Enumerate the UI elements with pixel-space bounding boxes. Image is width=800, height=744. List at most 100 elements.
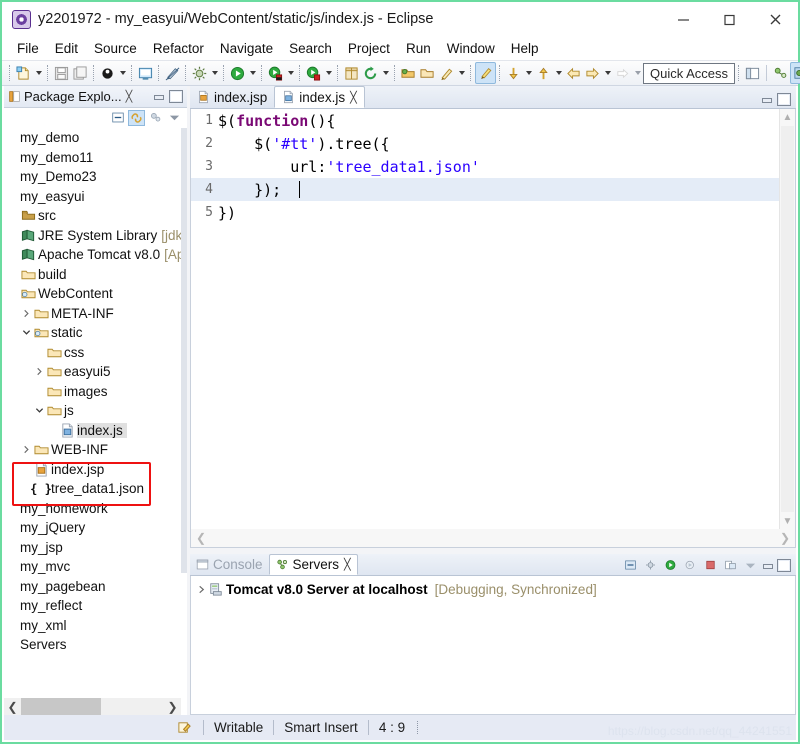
save-all-icon[interactable] (71, 63, 90, 83)
code-line[interactable]: $(function(){ (218, 109, 780, 132)
next-annotation-icon[interactable] (504, 63, 523, 83)
scroll-right-icon[interactable]: ❯ (164, 698, 181, 715)
start-server-icon[interactable] (662, 557, 679, 573)
tab-index-jsp[interactable]: index.jsp (190, 86, 274, 108)
collapse-all-icon[interactable] (109, 110, 126, 126)
toggle-mark-occurrences-icon[interactable] (163, 63, 182, 83)
scroll-left-icon[interactable]: ❮ (4, 698, 21, 715)
view-menu-icon[interactable] (166, 110, 183, 126)
tree-item[interactable]: my_reflect (4, 596, 181, 616)
quick-access-input[interactable]: Quick Access (643, 62, 736, 84)
run-icon[interactable] (228, 63, 247, 83)
menu-project[interactable]: Project (340, 39, 398, 58)
tab-index-js[interactable]: index.js ╳ (274, 86, 365, 108)
tree-item[interactable]: Servers (4, 635, 181, 655)
tree-item[interactable]: index.jsp (4, 460, 181, 480)
run-configurations-dropdown-icon[interactable] (323, 63, 334, 83)
server-row[interactable]: Tomcat v8.0 Server at localhost [Debuggi… (191, 579, 795, 599)
minimize-view-icon[interactable] (153, 91, 165, 102)
chevron-right-icon[interactable] (20, 304, 33, 323)
menu-file[interactable]: File (9, 39, 47, 58)
scroll-thumb[interactable] (781, 126, 794, 512)
chevron-down-icon[interactable] (33, 401, 46, 420)
tree-item[interactable]: my_mvc (4, 557, 181, 577)
run-as-icon[interactable] (266, 63, 285, 83)
view-menu-icon[interactable] (742, 557, 759, 573)
tree-item[interactable]: css (4, 343, 181, 363)
tree-item[interactable]: WebContent (4, 284, 181, 304)
pencil-icon[interactable] (437, 63, 456, 83)
minimize-view-icon[interactable] (762, 560, 774, 571)
chevron-right-icon[interactable] (20, 440, 33, 459)
run-as-dropdown-icon[interactable] (285, 63, 296, 83)
forward-icon[interactable] (583, 63, 602, 83)
tree-item[interactable]: images (4, 382, 181, 402)
maximize-editor-icon[interactable] (777, 93, 791, 106)
explorer-horizontal-scrollbar[interactable]: ❮ ❯ (4, 698, 181, 715)
servers-list[interactable]: Tomcat v8.0 Server at localhost [Debuggi… (190, 576, 796, 715)
edit-highlight-icon[interactable] (475, 62, 496, 84)
scroll-up-icon[interactable]: ▲ (780, 109, 795, 125)
maximize-button[interactable] (706, 2, 752, 36)
next-annotation-dropdown-icon[interactable] (523, 63, 534, 83)
code-line[interactable]: $('#tt').tree({ (218, 132, 780, 155)
open-folder-icon[interactable] (418, 63, 437, 83)
new-perspective-icon[interactable] (743, 63, 762, 83)
profile-server-icon[interactable] (682, 557, 699, 573)
open-perspective-icon[interactable] (399, 63, 418, 83)
link-with-editor-icon[interactable] (128, 109, 145, 126)
scroll-thumb[interactable] (21, 698, 101, 715)
tab-servers[interactable]: Servers ╳ (268, 554, 358, 575)
pencil-dropdown-icon[interactable] (456, 63, 467, 83)
chevron-right-icon[interactable] (33, 362, 46, 381)
maximize-view-icon[interactable] (777, 558, 791, 572)
refresh-dropdown-icon[interactable] (380, 63, 391, 83)
menu-source[interactable]: Source (86, 39, 145, 58)
chevron-down-icon[interactable] (20, 323, 33, 342)
run-dropdown-icon[interactable] (247, 63, 258, 83)
package-explorer-tab[interactable]: Package Explo... ╳ (4, 86, 187, 108)
stop-server-icon[interactable] (702, 557, 719, 573)
tree-item[interactable]: JRE System Library[jdk1.8 (4, 226, 181, 246)
tree-item[interactable]: my_easyui (4, 187, 181, 207)
debug-dropdown-icon[interactable] (209, 63, 220, 83)
tree-item[interactable]: build (4, 265, 181, 285)
menu-navigate[interactable]: Navigate (212, 39, 281, 58)
publish-server-icon[interactable] (722, 557, 739, 573)
run-configurations-icon[interactable] (304, 63, 323, 83)
new-icon[interactable] (14, 63, 33, 83)
debug-icon[interactable] (190, 63, 209, 83)
scroll-left-icon[interactable]: ❮ (196, 531, 206, 545)
print-dropdown-icon[interactable] (117, 63, 128, 83)
code-line[interactable]: }) (218, 201, 780, 224)
close-icon[interactable]: ╳ (126, 90, 133, 103)
tree-item[interactable]: index.js (4, 421, 181, 441)
menu-help[interactable]: Help (503, 39, 547, 58)
menu-refactor[interactable]: Refactor (145, 39, 212, 58)
tree-item[interactable]: my_Demo23 (4, 167, 181, 187)
tree-item[interactable]: static (4, 323, 181, 343)
close-icon[interactable]: ╳ (350, 91, 357, 104)
previous-annotation-icon[interactable] (534, 63, 553, 83)
tree-item[interactable]: easyui5 (4, 362, 181, 382)
tree-item[interactable]: my_demo11 (4, 148, 181, 168)
maximize-view-icon[interactable] (169, 90, 183, 103)
close-icon[interactable]: ╳ (344, 558, 351, 571)
java-perspective-icon[interactable] (771, 63, 790, 83)
back-icon[interactable] (564, 63, 583, 83)
code-editor[interactable]: 12345 $(function(){ $('#tt').tree({ url:… (190, 109, 796, 548)
scroll-down-icon[interactable]: ▼ (780, 513, 795, 529)
menu-window[interactable]: Window (439, 39, 503, 58)
tab-console[interactable]: Console (190, 554, 269, 575)
tree-item[interactable]: { } tree_data1.json (4, 479, 181, 499)
previous-annotation-dropdown-icon[interactable] (553, 63, 564, 83)
menu-run[interactable]: Run (398, 39, 439, 58)
tree-item[interactable]: Apache Tomcat v8.0[Apa (4, 245, 181, 265)
menu-search[interactable]: Search (281, 39, 340, 58)
tree-item[interactable]: my_homework (4, 499, 181, 519)
minimize-button[interactable] (660, 2, 706, 36)
save-icon[interactable] (52, 63, 71, 83)
forward-dropdown-icon[interactable] (602, 63, 613, 83)
code-line[interactable]: }); (218, 178, 780, 201)
code-line[interactable]: url:'tree_data1.json' (218, 155, 780, 178)
